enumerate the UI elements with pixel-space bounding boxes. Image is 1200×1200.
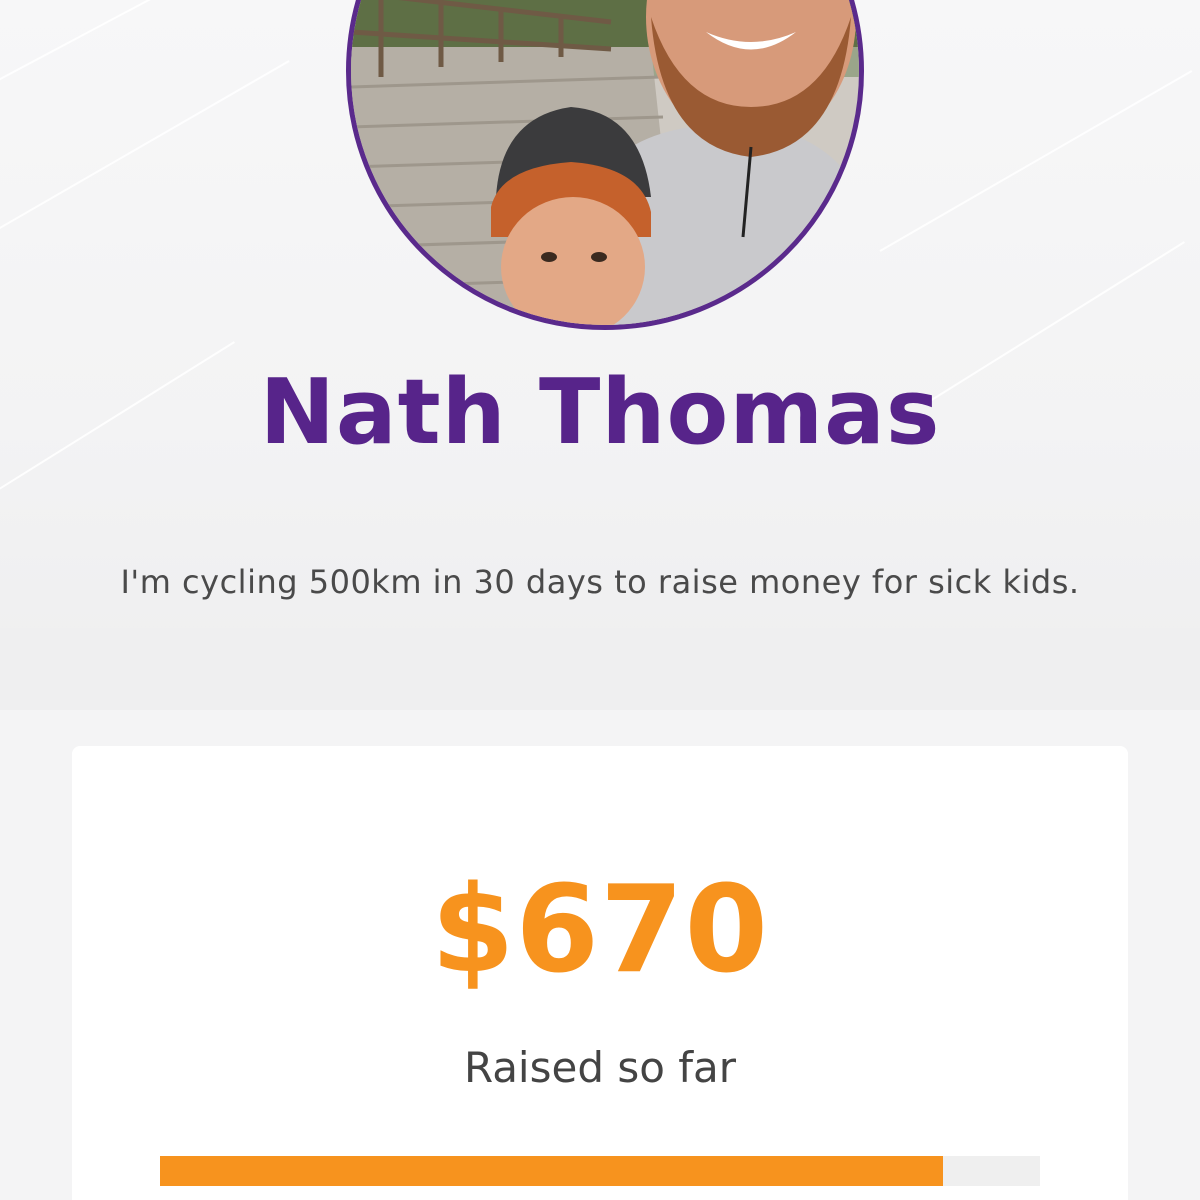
decorative-streak: [0, 60, 290, 252]
progress-bar-fill: [160, 1156, 944, 1186]
header-band: [0, 628, 1200, 710]
amount-raised: $670: [431, 861, 769, 1000]
fundraiser-page: Nath Thomas I'm cycling 500km in 30 days…: [0, 0, 1200, 1200]
amount-raised-label: Raised so far: [463, 1043, 737, 1092]
fundraiser-name: Nath Thomas: [259, 360, 941, 465]
avatar: [346, 0, 864, 330]
profile-header: Nath Thomas I'm cycling 500km in 30 days…: [0, 0, 1200, 710]
progress-bar: [160, 1156, 1040, 1186]
decorative-streak: [879, 70, 1193, 252]
decorative-streak: [0, 0, 312, 112]
profile-photo-icon: [351, 0, 859, 325]
fundraising-progress-card: $670 Raised so far: [72, 746, 1128, 1200]
fundraiser-tagline: I'm cycling 500km in 30 days to raise mo…: [120, 563, 1080, 601]
